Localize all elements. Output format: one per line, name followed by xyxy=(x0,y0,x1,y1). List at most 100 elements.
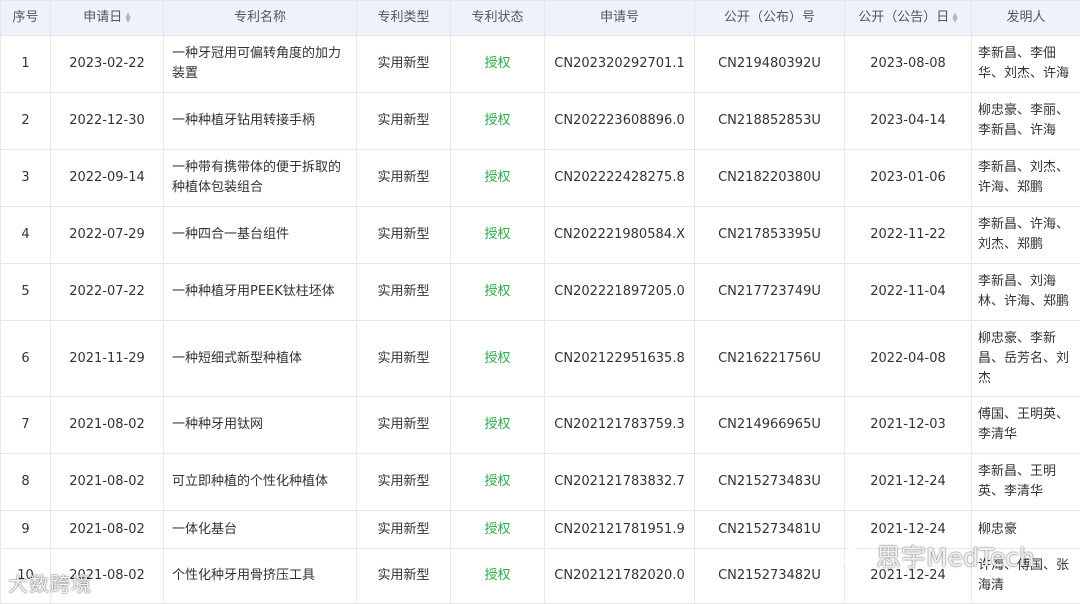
col-header-app-no: 申请号 xyxy=(545,1,695,36)
watermark-left: 大数跨境 xyxy=(8,568,92,597)
cell-type: 实用新型 xyxy=(357,397,451,454)
cell-app-no: CN202121782020.0 xyxy=(545,549,695,604)
cell-index: 8 xyxy=(1,454,51,511)
cell-inventors: 柳忠豪、李新昌、岳芳名、刘杰 xyxy=(972,321,1080,397)
table-row: 3 2022-09-14 一种带有携带体的便于拆取的种植体包装组合 实用新型 授… xyxy=(1,150,1080,207)
cell-pub-no: CN215273482U xyxy=(695,549,845,604)
cell-pub-no: CN215273481U xyxy=(695,511,845,549)
col-header-status: 专利状态 xyxy=(451,1,545,36)
cell-pub-date: 2022-04-08 xyxy=(845,321,972,397)
cell-pub-no: CN217723749U xyxy=(695,264,845,321)
cell-name: 一种带有携带体的便于拆取的种植体包装组合 xyxy=(164,150,357,207)
table-row: 8 2021-08-02 可立即种植的个性化种植体 实用新型 授权 CN2021… xyxy=(1,454,1080,511)
cell-app-date: 2021-08-02 xyxy=(51,454,164,511)
col-header-app-date-label: 申请日 xyxy=(83,10,122,25)
cell-inventors: 李新昌、李佃华、刘杰、许海 xyxy=(972,36,1080,93)
cell-inventors: 李新昌、刘海林、许海、郑鹏 xyxy=(972,264,1080,321)
cell-type: 实用新型 xyxy=(357,511,451,549)
cell-inventors: 傅国、王明英、李清华 xyxy=(972,397,1080,454)
cell-name: 一种牙冠用可偏转角度的加力装置 xyxy=(164,36,357,93)
cell-app-no: CN202122951635.8 xyxy=(545,321,695,397)
cell-app-date: 2023-02-22 xyxy=(51,36,164,93)
watermark-right: 思宇MedTech xyxy=(842,538,1035,574)
cell-status: 授权 xyxy=(451,397,545,454)
cell-pub-date: 2021-12-03 xyxy=(845,397,972,454)
cell-name: 可立即种植的个性化种植体 xyxy=(164,454,357,511)
cell-name: 个性化种牙用骨挤压工具 xyxy=(164,549,357,604)
cell-app-date: 2022-09-14 xyxy=(51,150,164,207)
cell-type: 实用新型 xyxy=(357,321,451,397)
cell-pub-no: CN217853395U xyxy=(695,207,845,264)
cell-status: 授权 xyxy=(451,511,545,549)
col-header-pub-date-label: 公开（公告）日 xyxy=(858,10,949,25)
cell-app-date: 2021-11-29 xyxy=(51,321,164,397)
cell-pub-no: CN214966965U xyxy=(695,397,845,454)
cell-pub-no: CN218220380U xyxy=(695,150,845,207)
table-header: 序号 申请日▲▼ 专利名称 专利类型 专利状态 申请号 公开（公布）号 公开（公… xyxy=(1,1,1080,36)
cell-app-no: CN202320292701.1 xyxy=(545,36,695,93)
cell-name: 一体化基台 xyxy=(164,511,357,549)
cell-app-no: CN202121783832.7 xyxy=(545,454,695,511)
table-row: 2 2022-12-30 一种种植牙钻用转接手柄 实用新型 授权 CN20222… xyxy=(1,93,1080,150)
cell-type: 实用新型 xyxy=(357,549,451,604)
cell-app-date: 2022-12-30 xyxy=(51,93,164,150)
cell-inventors: 柳忠豪、李丽、李新昌、许海 xyxy=(972,93,1080,150)
cell-index: 1 xyxy=(1,36,51,93)
cell-index: 7 xyxy=(1,397,51,454)
cell-pub-no: CN215273483U xyxy=(695,454,845,511)
cell-app-date: 2022-07-29 xyxy=(51,207,164,264)
cell-pub-date: 2021-12-24 xyxy=(845,454,972,511)
cell-type: 实用新型 xyxy=(357,36,451,93)
cell-name: 一种种植牙钻用转接手柄 xyxy=(164,93,357,150)
cell-status: 授权 xyxy=(451,454,545,511)
cell-app-date: 2022-07-22 xyxy=(51,264,164,321)
cell-status: 授权 xyxy=(451,93,545,150)
watermark-right-label: 思宇MedTech xyxy=(876,543,1035,572)
col-header-app-date[interactable]: 申请日▲▼ xyxy=(51,1,164,36)
cell-inventors: 李新昌、许海、刘杰、郑鹏 xyxy=(972,207,1080,264)
cell-pub-no: CN216221756U xyxy=(695,321,845,397)
table-body: 1 2023-02-22 一种牙冠用可偏转角度的加力装置 实用新型 授权 CN2… xyxy=(1,36,1080,604)
col-header-pub-date[interactable]: 公开（公告）日▲▼ xyxy=(845,1,972,36)
cell-pub-no: CN219480392U xyxy=(695,36,845,93)
cell-pub-date: 2022-11-22 xyxy=(845,207,972,264)
cell-inventors: 李新昌、王明英、李清华 xyxy=(972,454,1080,511)
sort-icon[interactable]: ▲▼ xyxy=(125,13,130,23)
cell-type: 实用新型 xyxy=(357,150,451,207)
col-header-type: 专利类型 xyxy=(357,1,451,36)
cell-name: 一种种牙用钛网 xyxy=(164,397,357,454)
cell-pub-no: CN218852853U xyxy=(695,93,845,150)
cell-index: 5 xyxy=(1,264,51,321)
cell-app-date: 2021-08-02 xyxy=(51,511,164,549)
cell-name: 一种四合一基台组件 xyxy=(164,207,357,264)
cell-type: 实用新型 xyxy=(357,207,451,264)
cell-type: 实用新型 xyxy=(357,454,451,511)
cell-app-no: CN202221897205.0 xyxy=(545,264,695,321)
cell-app-no: CN202222428275.8 xyxy=(545,150,695,207)
cell-pub-date: 2023-04-14 xyxy=(845,93,972,150)
cell-index: 6 xyxy=(1,321,51,397)
cell-status: 授权 xyxy=(451,321,545,397)
cell-app-date: 2021-08-02 xyxy=(51,397,164,454)
cell-app-no: CN202223608896.0 xyxy=(545,93,695,150)
cell-type: 实用新型 xyxy=(357,93,451,150)
cell-status: 授权 xyxy=(451,264,545,321)
col-header-name: 专利名称 xyxy=(164,1,357,36)
cell-pub-date: 2023-01-06 xyxy=(845,150,972,207)
table-row: 4 2022-07-29 一种四合一基台组件 实用新型 授权 CN2022219… xyxy=(1,207,1080,264)
sort-icon[interactable]: ▲▼ xyxy=(952,13,957,23)
cell-name: 一种种植牙用PEEK钛柱坯体 xyxy=(164,264,357,321)
cell-type: 实用新型 xyxy=(357,264,451,321)
cell-app-no: CN202221980584.X xyxy=(545,207,695,264)
table-row: 6 2021-11-29 一种短细式新型种植体 实用新型 授权 CN202122… xyxy=(1,321,1080,397)
table-row: 7 2021-08-02 一种种牙用钛网 实用新型 授权 CN202121783… xyxy=(1,397,1080,454)
cell-index: 9 xyxy=(1,511,51,549)
cell-index: 3 xyxy=(1,150,51,207)
cell-index: 2 xyxy=(1,93,51,150)
wechat-icon xyxy=(842,547,872,571)
col-header-pub-no: 公开（公布）号 xyxy=(695,1,845,36)
cell-status: 授权 xyxy=(451,36,545,93)
cell-app-no: CN202121783759.3 xyxy=(545,397,695,454)
table-row: 5 2022-07-22 一种种植牙用PEEK钛柱坯体 实用新型 授权 CN20… xyxy=(1,264,1080,321)
patent-table: 序号 申请日▲▼ 专利名称 专利类型 专利状态 申请号 公开（公布）号 公开（公… xyxy=(0,0,1080,604)
